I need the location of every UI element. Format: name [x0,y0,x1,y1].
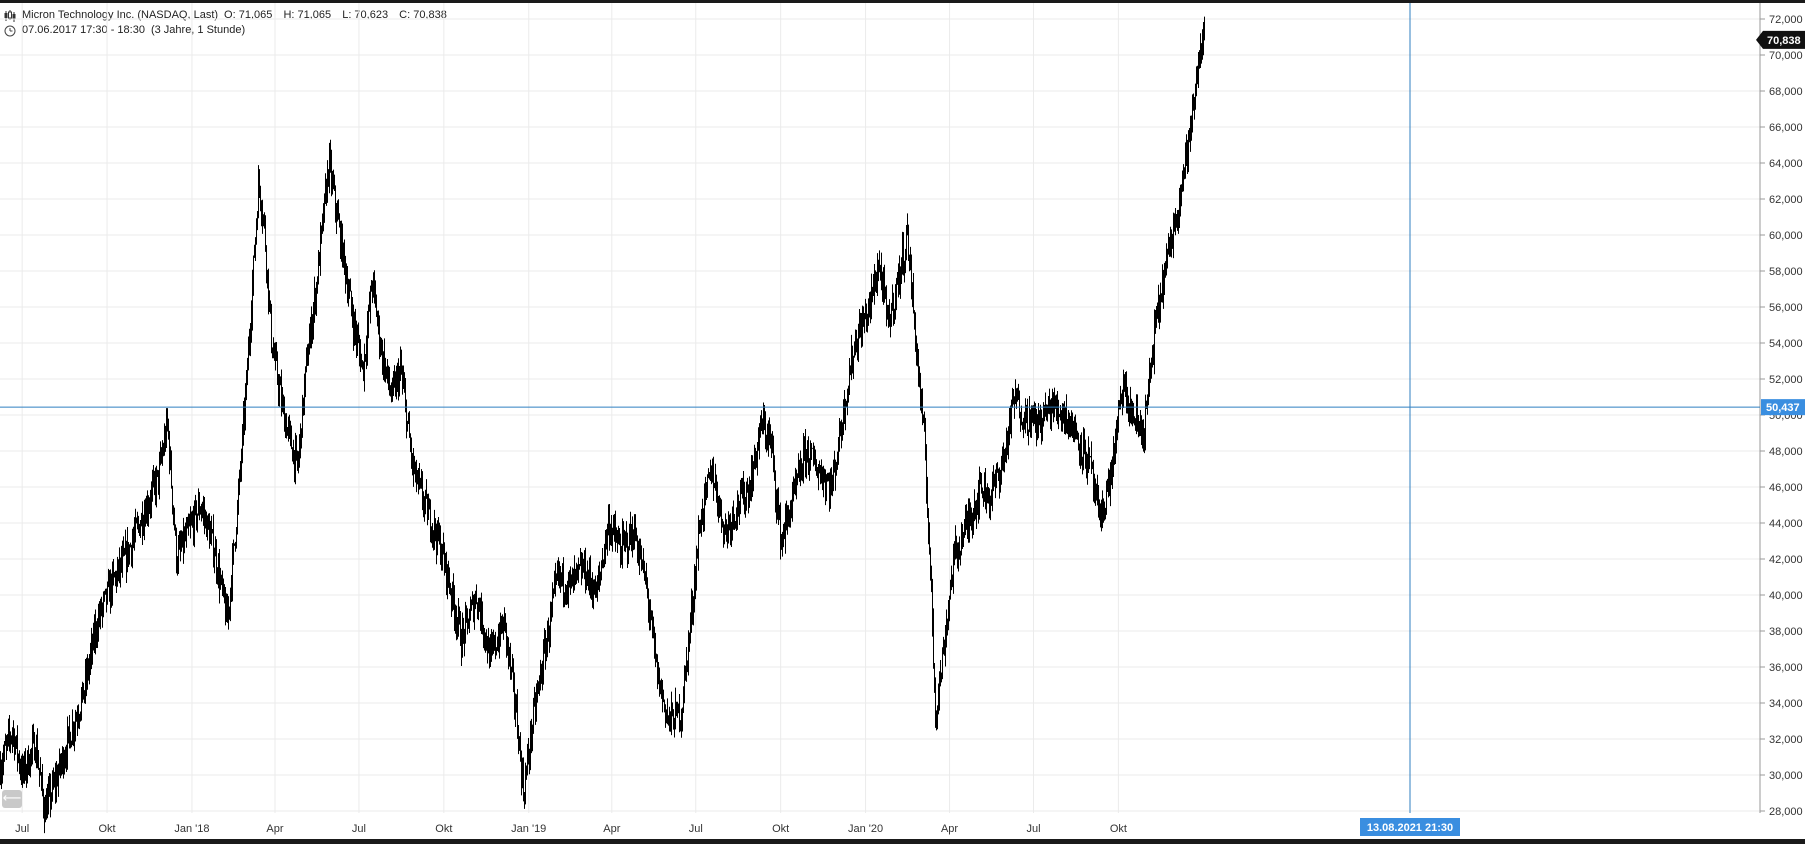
back-arrow-icon[interactable]: ⟵ [2,790,22,808]
y-tick-label: 32,000 [1769,734,1803,746]
x-tick-label: Jan '18 [174,823,209,835]
x-tick-label: Okt [772,823,789,835]
y-tick-label: 30,000 [1769,770,1803,782]
x-tick-label: Jan '20 [848,823,883,835]
y-tick-label: 54,000 [1769,338,1803,350]
x-tick-label: Okt [98,823,115,835]
x-tick-label: Jul [689,823,703,835]
x-tick-label: Jul [352,823,366,835]
x-tick-label: Apr [266,823,283,835]
x-tick-label: Jan '19 [511,823,546,835]
y-tick-label: 62,000 [1769,194,1803,206]
price-chart[interactable]: 28,000 30,000 32,000 34,000 36,000 38,000 40,0… [0,0,1805,844]
x-tick-label: Apr [603,823,620,835]
y-tick-label: 34,000 [1769,698,1803,710]
x-tick-label: Jul [15,823,29,835]
x-tick-label: Okt [1110,823,1127,835]
y-tick-label: 28,000 [1769,806,1803,818]
x-tick-label: Jul [1026,823,1040,835]
y-tick-label: 72,000 [1769,14,1803,26]
y-tick-label: 36,000 [1769,662,1803,674]
y-tick-label: 42,000 [1769,554,1803,566]
x-tick-label: Apr [941,823,958,835]
crosshair: 50,437 13.08.2021 21:30 70,838 [0,3,1805,836]
y-tick-label: 70,000 [1769,50,1803,62]
last-price-label: 70,838 [1767,35,1801,47]
y-tick-label: 46,000 [1769,482,1803,494]
y-tick-label: 56,000 [1769,302,1803,314]
y-tick-label: 58,000 [1769,266,1803,278]
y-tick-label: 52,000 [1769,374,1803,386]
y-axis[interactable]: 28,000 30,000 32,000 34,000 36,000 38,000 40,0… [1760,14,1803,818]
crosshair-price-label: 50,437 [1766,402,1800,414]
y-tick-label: 68,000 [1769,86,1803,98]
y-tick-label: 48,000 [1769,446,1803,458]
y-tick-label: 40,000 [1769,590,1803,602]
y-tick-label: 60,000 [1769,230,1803,242]
y-tick-label: 44,000 [1769,518,1803,530]
y-tick-label: 64,000 [1769,158,1803,170]
crosshair-date-label: 13.08.2021 21:30 [1367,822,1453,834]
x-tick-label: Okt [435,823,452,835]
x-axis[interactable]: Jul Okt Jan '18 Apr Jul Okt Jan '19 Apr Jul Okt Ja… [15,823,1127,835]
price-series [0,16,1205,834]
y-tick-label: 38,000 [1769,626,1803,638]
grid [0,3,1760,813]
bottom-border [0,839,1805,844]
y-tick-label: 66,000 [1769,122,1803,134]
